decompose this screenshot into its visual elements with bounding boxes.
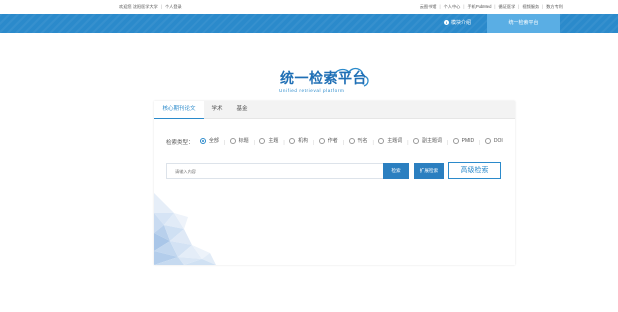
radio-journal[interactable]: 刊名 [348,137,368,144]
top-bar-left: 欢迎您 沈阳医学大学 | 个人登录 [119,4,182,9]
search-input[interactable] [166,163,388,179]
radio-author[interactable]: 作者 [318,137,338,144]
logo-subtitle: Unified retrieval platform [279,88,345,93]
top-link-patents[interactable]: 数方专利 [546,4,563,9]
top-link-personal-center[interactable]: 个人中心 [444,4,461,9]
radio-doi[interactable]: DOI [484,137,503,144]
nav-module-intro-label: 模块介绍 [451,20,472,26]
tab-core-journals[interactable]: 核心期刊论文 [154,101,204,119]
decorative-triangles [154,193,216,265]
radio-subheading[interactable]: 副主题词 [412,137,442,144]
nav-unified-search[interactable]: 统一检索平台 [487,14,560,33]
radio-institution[interactable]: 机构 [289,137,308,144]
radio-all[interactable]: 全部 [199,137,219,144]
top-link-video-service[interactable]: 视频服务 [522,4,539,9]
nav-bar: i 模块介绍 统一检索平台 [0,14,618,33]
logo-title: 统一检索平台 [280,71,367,87]
top-link-evidence-medicine[interactable]: 循证医学 [499,4,516,9]
nav-module-intro[interactable]: i 模块介绍 [444,14,471,33]
search-type-label: 检索类型： [166,139,194,146]
advanced-search-button[interactable]: 高级检索 [448,162,501,179]
platform-logo: 统一检索平台 Unified retrieval platform [274,64,374,100]
expand-search-button[interactable]: 扩展检索 [414,163,444,179]
search-button[interactable]: 检索 [383,163,409,179]
search-panel: 核心期刊论文 学术 基金 检索类型： 全部 | 标题 | 主题 | 机构 | 作者 | 刊… [154,101,515,265]
welcome-text: 欢迎您 沈阳医学大学 [119,4,158,9]
info-icon: i [444,20,449,26]
radio-subject[interactable]: 主题 [259,137,278,144]
top-link-cloud-library[interactable]: 云图书馆 [420,4,437,9]
radio-pmid[interactable]: PMID [452,137,474,144]
top-bar-links: 云图书馆 | 个人中心 | 手机PubMed | 循证医学 | 视频服务 | 数方专利 [419,4,563,9]
radio-subject-heading[interactable]: 主题词 [378,137,402,144]
search-type-group: 检索类型： 全部 | 标题 | 主题 | 机构 | 作者 | 刊名 | 主题词 | 副主题词 |… [166,137,503,146]
tab-fund[interactable]: 基金 [230,101,254,118]
top-link-mobile-pubmed[interactable]: 手机PubMed [467,4,491,9]
radio-title[interactable]: 标题 [229,137,249,144]
tab-academic[interactable]: 学术 [204,101,230,118]
personal-login-link[interactable]: 个人登录 [165,4,182,9]
top-bar: 欢迎您 沈阳医学大学 | 个人登录 云图书馆 | 个人中心 | 手机PubMed | 循证医学 |… [0,0,618,14]
tab-bar: 核心期刊论文 学术 基金 [154,101,515,119]
